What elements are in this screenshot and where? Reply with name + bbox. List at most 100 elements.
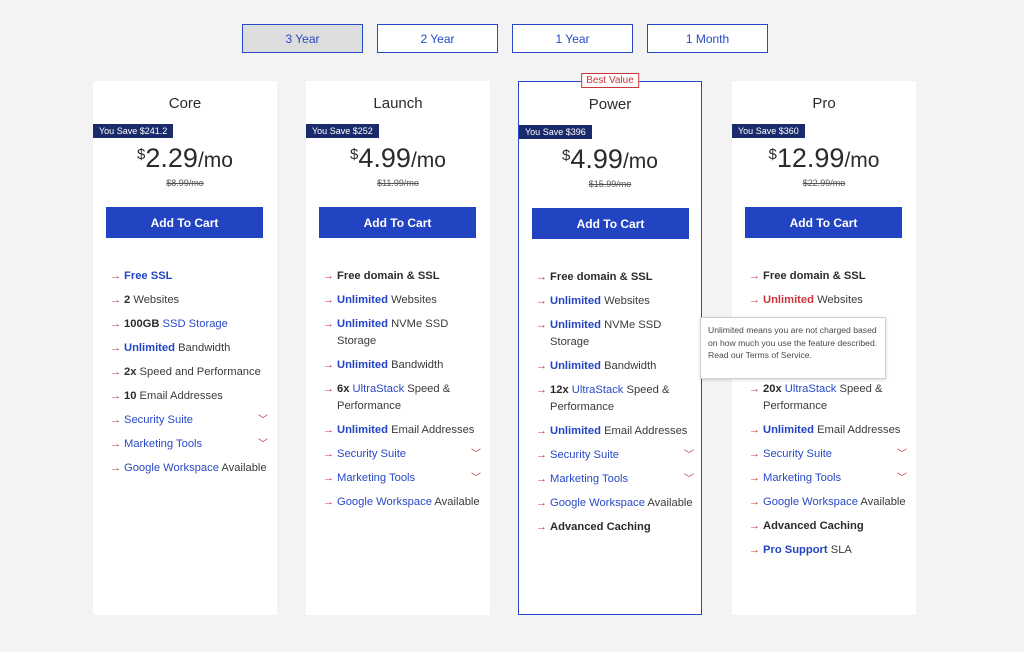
arrow-right-icon: → — [110, 342, 121, 354]
feature-dropdown[interactable]: → Marketing Tools ﹀ — [749, 470, 907, 487]
add-to-cart-button[interactable]: Add To Cart — [106, 207, 263, 238]
feature-text: Unlimited NVMe SSD Storage — [337, 316, 481, 350]
arrow-right-icon: → — [536, 521, 547, 533]
term-tab-1-year[interactable]: 1 Year — [512, 24, 633, 53]
feature-text: 2 Websites — [124, 292, 268, 309]
price-amount: 4.99 — [570, 144, 623, 174]
feature-highlight: Free SSL — [124, 270, 173, 282]
feature-dropdown[interactable]: → Security Suite ﹀ — [536, 447, 694, 464]
savings-badge: You Save $360 — [732, 124, 805, 138]
feature-highlight-hovered[interactable]: Unlimited — [763, 294, 814, 306]
arrow-right-icon: → — [110, 366, 121, 378]
arrow-right-icon: → — [749, 383, 760, 395]
feature-item: → 100GB SSD Storage — [110, 316, 268, 333]
arrow-right-icon: → — [536, 360, 547, 372]
chevron-down-icon: ﹀ — [897, 473, 907, 484]
feature-dropdown[interactable]: → Marketing Tools ﹀ — [323, 470, 481, 487]
feature-highlight: Unlimited — [337, 294, 388, 306]
feature-item: → Google Workspace Available — [536, 495, 694, 512]
feature-detail: Available — [857, 496, 906, 508]
feature-dropdown[interactable]: → Security Suite ﹀ — [749, 446, 907, 463]
feature-item: → Google Workspace Available — [323, 494, 481, 511]
feature-text: Unlimited Email Addresses — [550, 423, 694, 440]
plan-name: Power — [588, 96, 632, 113]
feature-detail: Available — [218, 462, 267, 474]
feature-text: Pro Support SLA — [763, 542, 907, 559]
feature-item: → 6x UltraStack Speed & Performance — [323, 381, 481, 415]
chevron-down-icon: ﹀ — [258, 439, 268, 450]
arrow-right-icon: → — [749, 544, 760, 556]
add-to-cart-button[interactable]: Add To Cart — [745, 207, 902, 238]
add-to-cart-button[interactable]: Add To Cart — [532, 208, 689, 239]
feature-item: → Google Workspace Available — [749, 494, 907, 511]
feature-detail: Email Addresses — [600, 425, 688, 437]
currency-symbol: $ — [350, 146, 359, 163]
feature-link[interactable]: Google Workspace — [763, 496, 858, 508]
feature-detail: Email Addresses — [136, 390, 223, 402]
feature-link[interactable]: Google Workspace — [337, 496, 432, 508]
feature-item: → Unlimited Websites — [749, 292, 907, 309]
feature-emphasis: Advanced Caching — [763, 520, 864, 532]
feature-item: → 12x UltraStack Speed & Performance — [536, 382, 694, 416]
feature-highlight: Pro Support — [763, 544, 828, 556]
price-amount: 12.99 — [776, 143, 845, 173]
feature-emphasis: Free domain & SSL — [763, 270, 866, 282]
arrow-right-icon: → — [110, 414, 121, 426]
add-to-cart-button[interactable]: Add To Cart — [319, 207, 476, 238]
feature-emphasis: 6x — [337, 383, 350, 395]
term-tab-2-year[interactable]: 2 Year — [377, 24, 498, 53]
feature-dropdown[interactable]: → Security Suite ﹀ — [323, 446, 481, 463]
feature-emphasis: 10 — [124, 390, 137, 402]
chevron-down-icon: ﹀ — [471, 449, 481, 460]
feature-text: Unlimited Email Addresses — [763, 422, 907, 439]
feature-label: Security Suite — [124, 414, 194, 426]
feature-detail: Bandwidth — [600, 360, 657, 372]
currency-symbol: $ — [137, 146, 146, 163]
feature-list: → Free domain & SSL → Unlimited Websites… — [323, 268, 481, 518]
feature-item: → Free domain & SSL — [323, 268, 481, 285]
feature-label: Marketing Tools — [550, 473, 629, 485]
chevron-down-icon: ﹀ — [897, 449, 907, 460]
feature-item: → Google Workspace Available — [110, 460, 268, 477]
feature-text: Unlimited Websites — [763, 292, 907, 309]
feature-link[interactable]: Google Workspace — [124, 462, 219, 474]
arrow-right-icon: → — [323, 472, 334, 484]
feature-text: Free domain & SSL — [550, 269, 694, 286]
feature-detail: SLA — [827, 544, 852, 556]
feature-item: → Free SSL — [110, 268, 268, 285]
feature-label: Security Suite — [337, 448, 407, 460]
feature-item: → Unlimited Bandwidth — [536, 358, 694, 375]
feature-detail: Websites — [130, 294, 180, 306]
feature-emphasis: 100GB — [124, 318, 160, 330]
feature-highlight: Unlimited — [337, 359, 388, 371]
best-value-badge: Best Value — [581, 73, 639, 88]
feature-link[interactable]: Google Workspace — [550, 497, 645, 509]
arrow-right-icon: → — [110, 318, 121, 330]
feature-detail: Email Addresses — [813, 424, 901, 436]
term-tab-1-month[interactable]: 1 Month — [647, 24, 768, 53]
price: $12.99/mo — [732, 145, 916, 172]
feature-link[interactable]: UltraStack — [569, 384, 624, 396]
feature-item: → 10 Email Addresses — [110, 388, 268, 405]
arrow-right-icon: → — [323, 448, 334, 460]
feature-dropdown[interactable]: → Marketing Tools ﹀ — [110, 436, 268, 453]
feature-link[interactable]: UltraStack — [782, 383, 837, 395]
feature-highlight: Unlimited — [550, 319, 601, 331]
feature-text: Unlimited Bandwidth — [124, 340, 268, 357]
arrow-right-icon: → — [536, 384, 547, 396]
arrow-right-icon: → — [536, 497, 547, 509]
price-period: /mo — [197, 149, 233, 172]
feature-link[interactable]: SSD Storage — [159, 318, 228, 330]
arrow-right-icon: → — [323, 383, 334, 395]
arrow-right-icon: → — [749, 294, 760, 306]
feature-item: → Free domain & SSL — [536, 269, 694, 286]
term-tab-3-year[interactable]: 3 Year — [242, 24, 363, 53]
feature-detail: Websites — [600, 295, 650, 307]
feature-text: 12x UltraStack Speed & Performance — [550, 382, 694, 416]
feature-dropdown[interactable]: → Marketing Tools ﹀ — [536, 471, 694, 488]
feature-dropdown[interactable]: → Security Suite ﹀ — [110, 412, 268, 429]
feature-detail: Available — [644, 497, 693, 509]
feature-detail: Bandwidth — [387, 359, 444, 371]
feature-emphasis: 20x — [763, 383, 782, 395]
feature-link[interactable]: UltraStack — [349, 383, 405, 395]
